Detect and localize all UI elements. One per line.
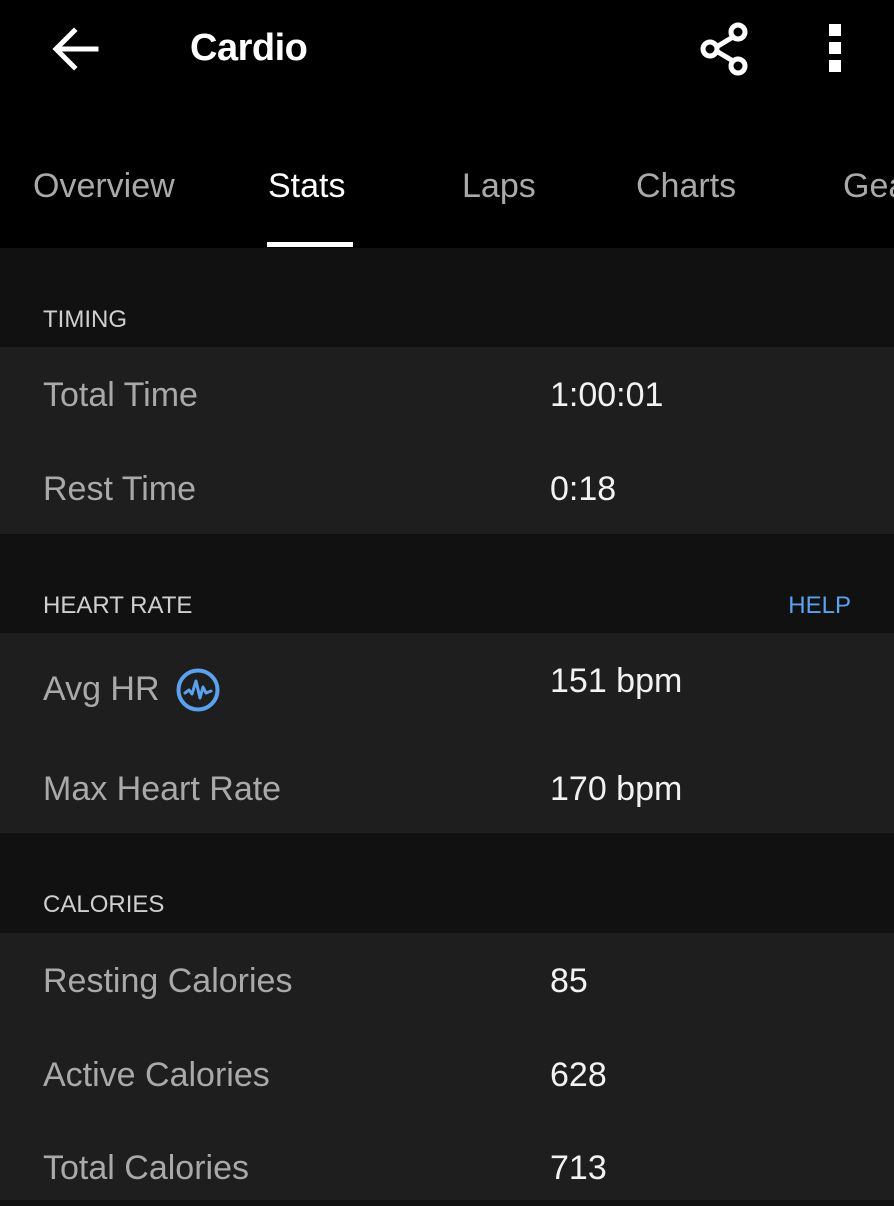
page-title: Cardio — [190, 27, 308, 69]
stat-row-resting-calories: Resting Calories 85 — [0, 959, 894, 1019]
stat-value: 713 — [550, 1149, 607, 1187]
stat-row-avg-hr: Avg HR 151 bpm — [0, 659, 894, 719]
stat-label: Active Calories — [43, 1056, 270, 1094]
section-title-heart-rate: HEART RATE — [43, 592, 193, 619]
tab-laps[interactable]: Laps — [462, 164, 536, 208]
section-title-calories: CALORIES — [43, 891, 165, 918]
tab-charts[interactable]: Charts — [636, 164, 736, 208]
timing-card: Total Time 1:00:01 Rest Time 0:18 — [0, 347, 894, 534]
stat-label: Total Calories — [43, 1149, 249, 1187]
stat-label: Max Heart Rate — [43, 770, 282, 808]
stat-row-total-calories: Total Calories 713 — [0, 1146, 894, 1206]
heart-rate-card: Avg HR 151 bpm Max Heart Rate 170 bpm — [0, 633, 894, 833]
section-header-heart-rate: HEART RATE HELP — [0, 534, 894, 633]
stat-row-total-time: Total Time 1:00:01 — [0, 373, 894, 433]
stat-label: Resting Calories — [43, 962, 293, 1000]
stat-value: 1:00:01 — [550, 376, 664, 414]
stat-row-max-heart-rate: Max Heart Rate 170 bpm — [0, 767, 894, 827]
section-header-timing: TIMING — [0, 248, 894, 347]
more-options-button[interactable] — [818, 22, 852, 74]
tab-bar: Overview Stats Laps Charts Gear — [0, 150, 894, 248]
tab-stats[interactable]: Stats — [268, 164, 345, 208]
stat-value: 85 — [550, 962, 588, 1000]
arrow-left-icon — [52, 27, 99, 71]
stat-value: 170 bpm — [550, 770, 683, 808]
app-bar: Cardio Overview Stats Laps Charts Gear — [0, 0, 894, 248]
stat-label: Rest Time — [43, 470, 197, 508]
stat-label: Avg HR — [43, 670, 160, 708]
stat-label: Total Time — [43, 376, 198, 414]
help-link[interactable]: HELP — [788, 592, 851, 620]
stat-row-active-calories: Active Calories 628 — [0, 1053, 894, 1113]
stat-value: 151 bpm — [550, 662, 683, 700]
share-icon — [700, 22, 748, 76]
tab-overview[interactable]: Overview — [33, 164, 175, 208]
tab-gear[interactable]: Gear — [843, 164, 894, 208]
stat-value: 0:18 — [550, 470, 617, 508]
stat-row-rest-time: Rest Time 0:18 — [0, 467, 894, 527]
heart-rate-pulse-icon[interactable] — [176, 668, 220, 712]
back-button[interactable] — [48, 22, 102, 76]
active-tab-indicator — [267, 242, 353, 247]
section-title-timing: TIMING — [43, 306, 127, 333]
calories-card: Resting Calories 85 Active Calories 628 … — [0, 933, 894, 1200]
share-button[interactable] — [696, 18, 754, 80]
stat-value: 628 — [550, 1056, 607, 1094]
more-vertical-icon — [829, 24, 841, 72]
section-header-calories: CALORIES — [0, 833, 894, 933]
